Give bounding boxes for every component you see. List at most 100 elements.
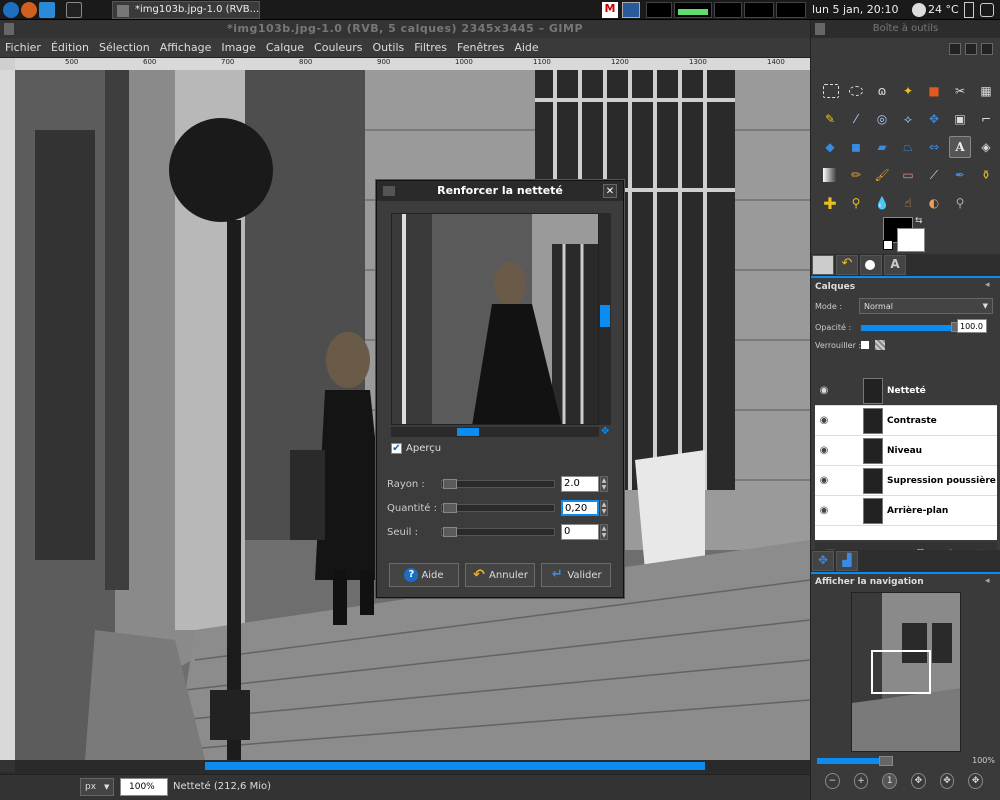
color-select-icon[interactable]: ■ xyxy=(923,80,945,102)
histogram-icon[interactable]: ▟ xyxy=(836,551,858,571)
navigation-preview[interactable] xyxy=(851,592,961,752)
canvas-horizontal-scrollbar[interactable] xyxy=(15,760,810,772)
spin-button[interactable]: ▲ ▼ xyxy=(600,500,608,516)
bucket-fill-icon[interactable]: ◈ xyxy=(975,136,997,158)
spin-button[interactable]: ▲ ▼ xyxy=(600,476,608,492)
zoom-input[interactable]: 100% xyxy=(120,778,168,796)
menu-fichier[interactable]: Fichier xyxy=(0,38,46,58)
rayon-slider[interactable] xyxy=(441,479,555,489)
help-button[interactable]: ? Aide xyxy=(389,563,459,587)
pencil-icon[interactable]: ✏ xyxy=(845,164,867,186)
terminal-icon[interactable] xyxy=(39,2,55,18)
dialog-menu-icon[interactable] xyxy=(383,186,395,196)
blend-icon[interactable] xyxy=(819,164,841,186)
move-icon[interactable]: ✥ xyxy=(923,108,945,130)
measure-icon[interactable]: ⟡ xyxy=(897,108,919,130)
close-icon[interactable]: ✕ xyxy=(603,184,617,198)
scrollbar-thumb[interactable] xyxy=(457,428,479,436)
fuzzy-select-icon[interactable]: ✦ xyxy=(897,80,919,102)
ruler-corner[interactable] xyxy=(0,58,15,70)
tab-menu-icon[interactable]: ◂ xyxy=(985,280,990,290)
eye-icon[interactable]: ◉ xyxy=(815,385,833,396)
preview-area[interactable] xyxy=(391,213,599,425)
heal-icon[interactable]: ✚ xyxy=(819,192,841,214)
layer-row[interactable]: ◉ Niveau xyxy=(815,436,997,466)
maximize-button[interactable] xyxy=(965,43,977,55)
ruler-vertical[interactable] xyxy=(0,70,15,760)
eye-icon[interactable]: ◉ xyxy=(815,475,833,486)
align-icon[interactable]: ▣ xyxy=(949,108,971,130)
firefox-icon[interactable] xyxy=(21,2,37,18)
mode-select[interactable]: Normal ▼ xyxy=(859,298,993,314)
layer-row[interactable]: ◉ Supression poussière xyxy=(815,466,997,496)
opacity-input[interactable]: 100.0 xyxy=(957,319,987,333)
zoom-1to1-icon[interactable]: 1 xyxy=(882,773,898,789)
clone-icon[interactable]: ⚱ xyxy=(975,164,997,186)
eye-icon[interactable]: ◉ xyxy=(815,445,833,456)
menu-couleurs[interactable]: Couleurs xyxy=(309,38,367,58)
scrollbar-thumb[interactable] xyxy=(600,305,610,327)
menu-fenetres[interactable]: Fenêtres xyxy=(452,38,509,58)
ink-icon[interactable]: ✒ xyxy=(949,164,971,186)
menu-edition[interactable]: Édition xyxy=(46,38,94,58)
paths-icon[interactable]: ✎ xyxy=(819,108,841,130)
close-button[interactable] xyxy=(981,43,993,55)
slider-handle[interactable] xyxy=(879,756,893,766)
rect-select-icon[interactable] xyxy=(823,84,839,98)
menu-affichage[interactable]: Affichage xyxy=(155,38,217,58)
layer-row[interactable]: ◉ Arrière-plan xyxy=(815,496,997,526)
unit-select[interactable]: px ▼ xyxy=(80,778,114,796)
paintbrush-icon[interactable]: 🖌 xyxy=(871,164,893,186)
rayon-input[interactable]: 2.0 xyxy=(561,476,599,492)
quantite-input[interactable]: 0,20 xyxy=(561,500,599,516)
wand-icon[interactable]: ⚲ xyxy=(949,192,971,214)
swap-colors-icon[interactable]: ⇆ xyxy=(915,216,923,226)
ellipse-select-icon[interactable] xyxy=(845,80,867,102)
preview-checkbox[interactable]: ✔ xyxy=(391,443,402,454)
network-icon[interactable] xyxy=(622,2,640,18)
seuil-input[interactable]: 0 xyxy=(561,524,599,540)
navigate-icon[interactable]: ✥ xyxy=(601,427,611,437)
minimize-button[interactable] xyxy=(949,43,961,55)
zoom-in-icon[interactable]: + xyxy=(853,773,869,789)
menu-calque[interactable]: Calque xyxy=(261,38,309,58)
ruler-horizontal[interactable]: 500 600 700 800 900 1000 1100 1200 1300 … xyxy=(15,58,810,70)
channels-tab-icon[interactable] xyxy=(860,255,882,275)
menu-aide[interactable]: Aide xyxy=(509,38,543,58)
opacity-slider[interactable] xyxy=(861,325,951,331)
clock[interactable]: lun 5 jan, 20:10 xyxy=(812,3,898,16)
window-menu-icon[interactable] xyxy=(4,23,14,35)
shear-icon[interactable]: ▰ xyxy=(871,136,893,158)
quantite-slider[interactable] xyxy=(441,503,555,513)
preview-toggle[interactable]: ✔ Aperçu xyxy=(391,443,441,454)
menu-selection[interactable]: Sélection xyxy=(94,38,155,58)
gmail-icon[interactable]: M xyxy=(602,2,618,18)
color-picker-icon[interactable]: ⁄ xyxy=(845,108,867,130)
text-icon[interactable]: A xyxy=(949,136,971,158)
quickmask-toggle[interactable] xyxy=(0,760,15,772)
shrink-wrap-icon[interactable]: ✥ xyxy=(968,773,984,789)
blur-icon[interactable]: 💧 xyxy=(871,192,893,214)
dock-titlebar[interactable]: Boîte à outils xyxy=(811,20,1000,38)
menu-filtres[interactable]: Filtres xyxy=(409,38,452,58)
task-button-gimp[interactable]: *img103b.jpg-1.0 (RVB... xyxy=(112,1,260,19)
eye-icon[interactable]: ◉ xyxy=(815,415,833,426)
trash-icon[interactable] xyxy=(980,3,994,17)
perspective-clone-icon[interactable]: ⚲ xyxy=(845,192,867,214)
foreground-select-icon[interactable]: ▦ xyxy=(975,80,997,102)
navigate-icon[interactable]: ✥ xyxy=(812,551,834,571)
lasso-icon[interactable]: ɷ xyxy=(871,80,893,102)
tab-menu-icon[interactable]: ◂ xyxy=(985,576,990,586)
layer-row[interactable]: ◉ Netteté xyxy=(815,376,997,406)
airbrush-icon[interactable]: ⟋ xyxy=(923,164,945,186)
undo-history-icon[interactable]: ↶ xyxy=(836,255,858,275)
menu-icon[interactable] xyxy=(3,2,19,18)
fit-image-icon[interactable]: ✥ xyxy=(911,773,926,789)
desktop-icon[interactable] xyxy=(66,2,82,18)
battery-icon[interactable] xyxy=(964,2,974,18)
preview-horizontal-scrollbar[interactable] xyxy=(391,427,599,437)
rotate-icon[interactable]: ◆ xyxy=(819,136,841,158)
flip-icon[interactable]: ⇔ xyxy=(923,136,945,158)
perspective-icon[interactable]: ⏢ xyxy=(897,136,919,158)
nav-zoom-slider[interactable]: 100% xyxy=(817,756,997,766)
